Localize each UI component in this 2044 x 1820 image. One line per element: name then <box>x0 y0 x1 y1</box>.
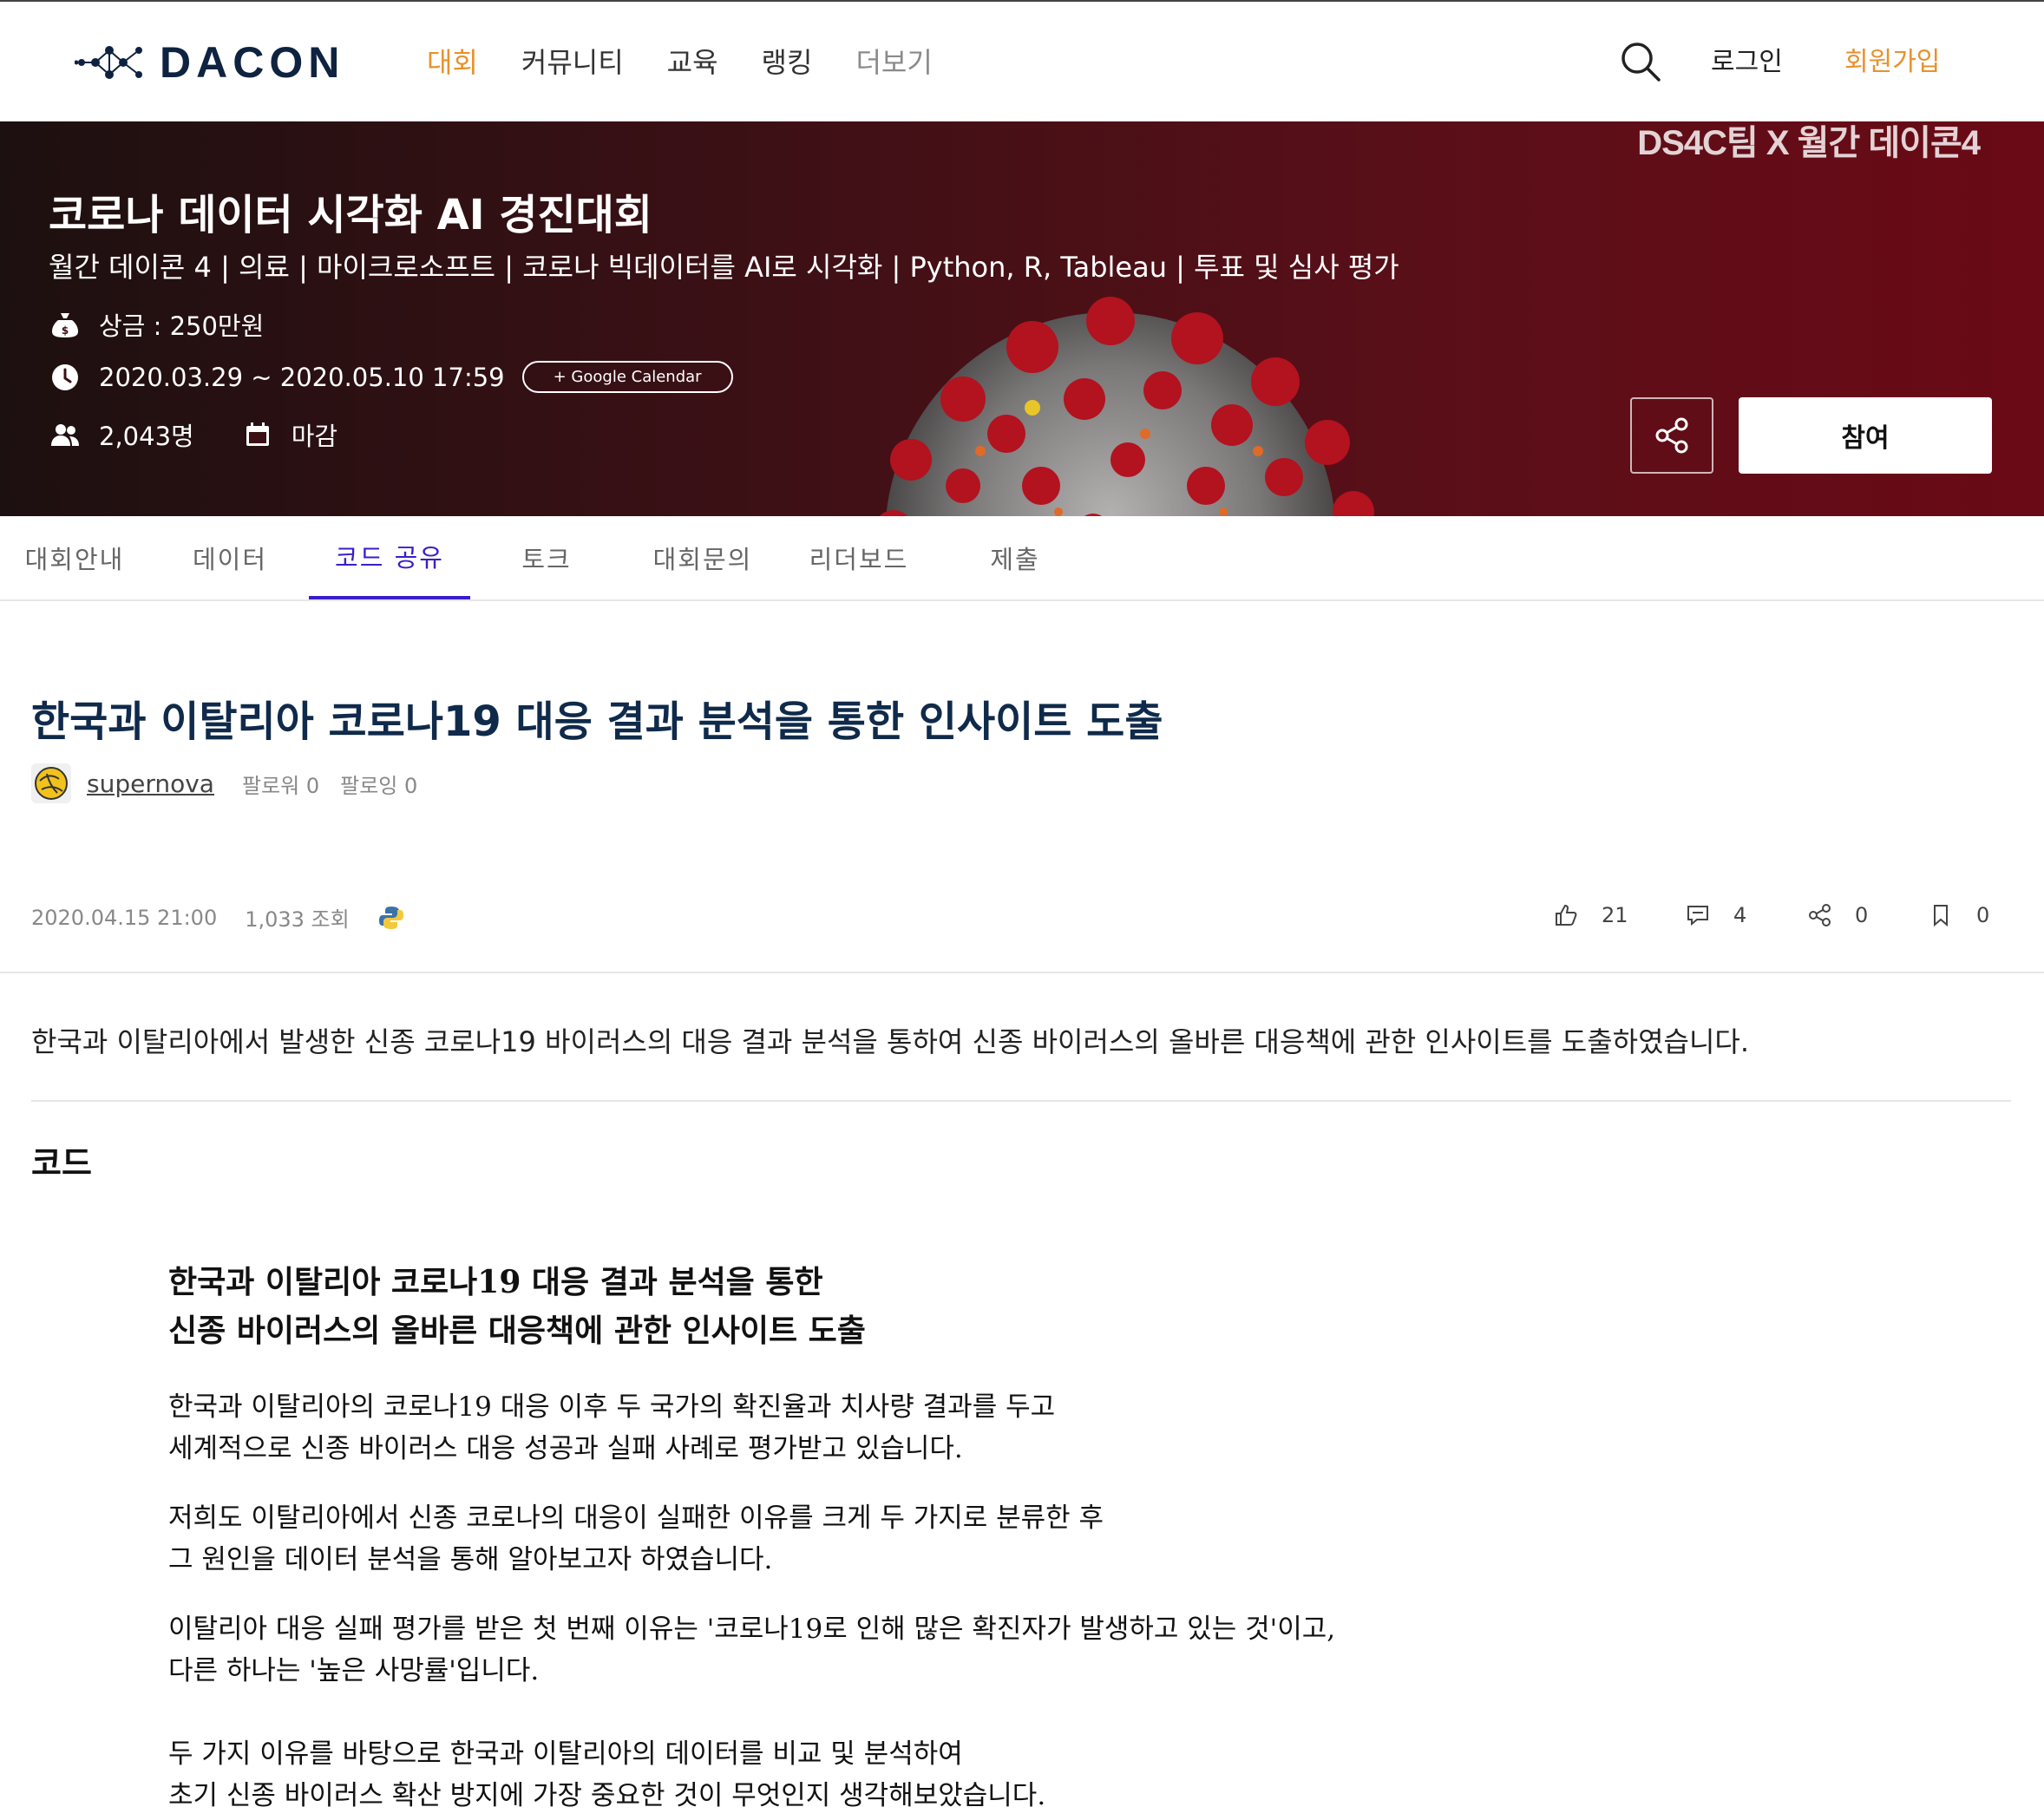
login-link[interactable]: 로그인 <box>1711 43 1783 82</box>
participant-count: 2,043명 <box>99 422 194 451</box>
period-row: 2020.03.29 ~ 2020.05.10 17:59 + Google C… <box>50 361 733 393</box>
notebook-heading-line: 신종 바이러스의 올바른 대응책에 관한 인사이트 도출 <box>168 1313 866 1349</box>
bookmark-button[interactable]: 0 <box>1928 902 1989 928</box>
top-navigation: DACON 대회 커뮤니티 교육 랭킹 더보기 로그인 회원가입 <box>0 0 2044 121</box>
paragraph-line: 초기 신종 바이러스 확산 방지에 가장 중요한 것이 무엇인지 생각해보았습니… <box>168 1780 1046 1811</box>
nav-item-ranking[interactable]: 랭킹 <box>762 40 813 85</box>
svg-text:$: $ <box>62 324 69 337</box>
share-button[interactable] <box>1630 397 1713 474</box>
brand-name: DACON <box>160 38 345 87</box>
competition-tabs: 대회안내 데이터 코드 공유 토크 대회문의 리더보드 제출 <box>0 516 2044 601</box>
dacon-logo[interactable]: DACON <box>75 38 345 87</box>
post-meta: 2020.04.15 21:00 1,033 조회 <box>31 902 405 933</box>
tab-inquiry[interactable]: 대회문의 <box>633 516 772 599</box>
like-count: 21 <box>1602 903 1628 927</box>
like-button[interactable]: 21 <box>1553 902 1628 928</box>
paragraph-line: 한국과 이탈리아의 코로나19 대응 이후 두 국가의 확진율과 치사량 결과를… <box>168 1391 1056 1423</box>
avatar-image <box>35 767 68 800</box>
code-section-heading: 코드 <box>31 1144 92 1182</box>
share-post-button[interactable]: 0 <box>1806 902 1868 928</box>
competition-banner: DS4C팀 X 월간 데이콘4 코로나 데이터 시각화 AI 경진대회 월간 데… <box>0 121 2044 516</box>
tab-talk[interactable]: 토크 <box>486 516 607 599</box>
paragraph-line: 저희도 이탈리아에서 신종 코로나의 대응이 실패한 이유를 크게 두 가지로 … <box>168 1502 1104 1534</box>
paragraph-line: 다른 하나는 '높은 사망률'입니다. <box>168 1655 540 1686</box>
coronavirus-illustration <box>879 297 1374 516</box>
divider <box>31 1100 2011 1102</box>
comment-button[interactable]: 4 <box>1685 902 1746 928</box>
participants-status-row: 2,043명 마감 <box>50 416 337 453</box>
notebook-heading: 한국과 이탈리아 코로나19 대응 결과 분석을 통한 신종 바이러스의 올바른… <box>168 1258 866 1355</box>
clock-icon <box>52 363 78 390</box>
signup-link[interactable]: 회원가입 <box>1844 43 1940 82</box>
calendar-icon <box>246 422 269 446</box>
search-icon <box>1621 43 1661 82</box>
author-name[interactable]: supernova <box>87 769 214 798</box>
bookmark-count: 0 <box>1976 903 1990 927</box>
follower-count: 팔로워 0 <box>241 773 320 798</box>
comment-count: 4 <box>1733 903 1747 927</box>
notebook-paragraph: 두 가지 이유를 바탕으로 한국과 이탈리아의 데이터를 비교 및 분석하여 초… <box>168 1733 1045 1817</box>
tab-code-share[interactable]: 코드 공유 <box>309 516 470 599</box>
search-button[interactable] <box>1619 40 1662 83</box>
nav-item-education[interactable]: 교육 <box>667 40 718 85</box>
avatar[interactable] <box>31 763 71 803</box>
paragraph-line: 두 가지 이유를 바탕으로 한국과 이탈리아의 데이터를 비교 및 분석하여 <box>168 1738 963 1770</box>
paragraph-line: 이탈리아 대응 실패 평가를 받은 첫 번째 이유는 '코로나19로 인해 많은… <box>168 1614 1336 1645</box>
tab-leaderboard[interactable]: 리더보드 <box>789 516 928 599</box>
paragraph-line: 그 원인을 데이터 분석을 통해 알아보고자 하였습니다. <box>168 1544 773 1575</box>
author-info: supernova 팔로워 0 팔로잉 0 <box>31 763 417 803</box>
following-count: 팔로잉 0 <box>340 773 418 798</box>
notebook-heading-line: 한국과 이탈리아 코로나19 대응 결과 분석을 통한 <box>168 1264 823 1300</box>
divider <box>0 972 2044 973</box>
tab-overview[interactable]: 대회안내 <box>0 516 149 599</box>
nav-item-competitions[interactable]: 대회 <box>427 40 478 85</box>
post-description: 한국과 이탈리아에서 발생한 신종 코로나19 바이러스의 대응 결과 분석을 … <box>31 1025 1750 1058</box>
comment-icon <box>1687 906 1708 926</box>
python-icon <box>378 906 403 929</box>
money-bag-icon: $ <box>52 313 78 337</box>
notebook-paragraph: 한국과 이탈리아의 코로나19 대응 이후 두 국가의 확진율과 치사량 결과를… <box>168 1386 1055 1470</box>
share-count: 0 <box>1855 903 1869 927</box>
prize-row: $ 상금 : 250만원 <box>50 306 264 343</box>
post-date: 2020.04.15 21:00 <box>31 905 218 930</box>
nav-item-more[interactable]: 더보기 <box>855 40 932 85</box>
tab-data[interactable]: 데이터 <box>161 516 299 599</box>
prize-amount: 상금 : 250만원 <box>99 311 265 341</box>
join-button[interactable]: 참여 <box>1739 397 1992 474</box>
competition-subtitle: 월간 데이콘 4 | 의료 | 마이크로소프트 | 코로나 빅데이터를 AI로 … <box>49 251 1399 284</box>
main-menu: 대회 커뮤니티 교육 랭킹 더보기 <box>427 40 976 85</box>
tab-submit[interactable]: 제출 <box>954 516 1076 599</box>
view-count: 1,033 조회 <box>245 907 350 932</box>
competition-status: 마감 <box>291 422 338 451</box>
notebook-paragraph: 저희도 이탈리아에서 신종 코로나의 대응이 실패한 이유를 크게 두 가지로 … <box>168 1497 1104 1581</box>
paragraph-line: 세계적으로 신종 바이러스 대응 성공과 실패 사례로 평가받고 있습니다. <box>168 1433 963 1464</box>
post-title: 한국과 이탈리아 코로나19 대응 결과 분석을 통한 인사이트 도출 <box>31 697 1163 746</box>
people-icon <box>51 424 79 446</box>
notebook-paragraph: 이탈리아 대응 실패 평가를 받은 첫 번째 이유는 '코로나19로 인해 많은… <box>168 1608 1335 1692</box>
bookmark-icon <box>1934 905 1948 927</box>
google-calendar-button[interactable]: + Google Calendar <box>521 361 733 393</box>
competition-period: 2020.03.29 ~ 2020.05.10 17:59 <box>99 362 505 392</box>
banner-corner-title: DS4C팀 X 월간 데이콘4 <box>1637 124 1981 162</box>
share-icon <box>1809 904 1831 926</box>
competition-title: 코로나 데이터 시각화 AI 경진대회 <box>49 191 652 239</box>
constellation-logo-icon <box>75 46 142 79</box>
share-icon <box>1655 417 1688 454</box>
nav-item-community[interactable]: 커뮤니티 <box>521 40 624 85</box>
thumbs-up-icon <box>1556 904 1577 926</box>
